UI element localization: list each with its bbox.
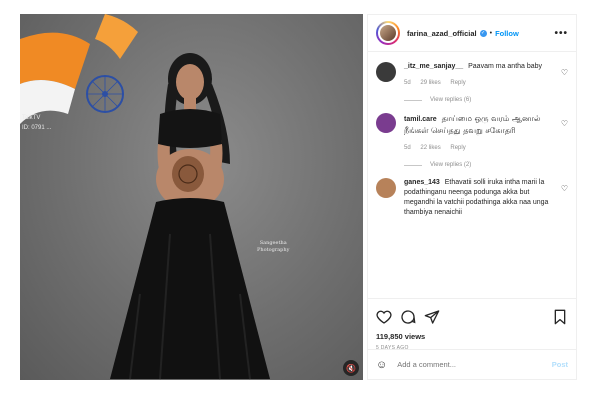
post-photo[interactable]: TalkTV ID: 0791 ... Sangeetha Photograph… [20, 14, 363, 380]
share-icon[interactable] [424, 309, 440, 325]
comment-text: Paavam ma antha baby [468, 63, 543, 70]
comments-list[interactable]: _itz_me_sanjay__ Paavam ma antha baby 5d… [368, 52, 576, 298]
comment-username[interactable]: _itz_me_sanjay__ [404, 63, 463, 70]
comment-username[interactable]: ganes_143 [404, 179, 440, 186]
overlay-text: TalkTV [22, 115, 41, 121]
avatar[interactable] [376, 62, 396, 82]
woman-figure [110, 53, 270, 380]
post-button[interactable]: Post [552, 360, 568, 369]
view-replies-button[interactable]: View replies (6) [404, 97, 568, 103]
comment-username[interactable]: tamil.care [404, 116, 437, 123]
overlay-id-text: ID: 0791 ... [22, 125, 52, 131]
photographer-watermark: Sangeetha Photography [257, 240, 290, 253]
comment-input[interactable] [397, 360, 552, 369]
more-icon[interactable]: ••• [554, 28, 568, 39]
post-side-panel: farina_azad_official ✓ • Follow ••• _itz… [367, 14, 577, 380]
comment-time: 5d [404, 145, 411, 151]
heart-icon[interactable]: ♡ [561, 184, 568, 193]
heart-icon[interactable]: ♡ [561, 119, 568, 128]
separator: • [489, 29, 493, 37]
add-comment-bar: ☺ Post [368, 349, 576, 379]
heart-icon[interactable] [376, 309, 392, 325]
post-actions: 119,850 views 5 DAYS AGO [368, 298, 576, 351]
post-header: farina_azad_official ✓ • Follow ••• [368, 15, 576, 52]
avatar[interactable] [376, 21, 400, 45]
view-count[interactable]: 119,850 views [376, 332, 568, 341]
follow-button[interactable]: Follow [495, 29, 519, 38]
reply-button[interactable]: Reply [450, 145, 465, 151]
comment: tamil.care தாய்மை ஒரு வரம் ஆனால் நீங்கள்… [376, 113, 568, 153]
verified-icon: ✓ [479, 29, 487, 37]
view-replies-button[interactable]: View replies (2) [404, 162, 568, 168]
mute-icon[interactable]: 🔇 [343, 360, 359, 376]
reply-button[interactable]: Reply [450, 80, 465, 86]
comment-time: 5d [404, 80, 411, 86]
avatar[interactable] [376, 178, 396, 198]
comment-icon[interactable] [400, 309, 416, 325]
comment-likes[interactable]: 29 likes [420, 80, 440, 86]
comment: _itz_me_sanjay__ Paavam ma antha baby 5d… [376, 62, 568, 88]
comment: ganes_143 Ethavatii solli iruka intha ma… [376, 178, 568, 218]
bookmark-icon[interactable] [552, 309, 568, 325]
post-username[interactable]: farina_azad_official [407, 29, 477, 38]
comment-likes[interactable]: 22 likes [420, 145, 440, 151]
heart-icon[interactable]: ♡ [561, 68, 568, 77]
emoji-icon[interactable]: ☺ [376, 359, 387, 371]
avatar[interactable] [376, 113, 396, 133]
